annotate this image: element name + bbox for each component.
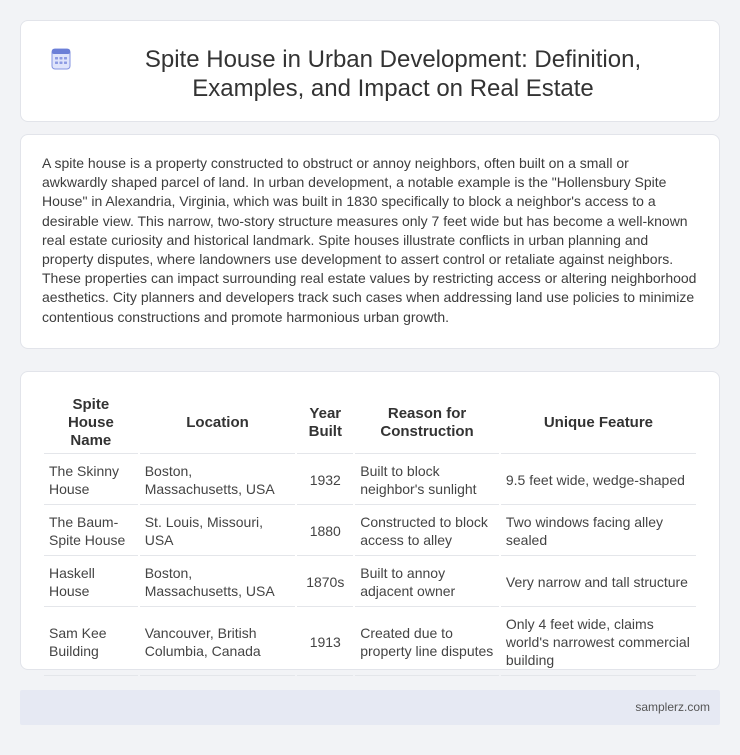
cell-year: 1880 xyxy=(297,507,354,556)
header-reason: Reason for Construction xyxy=(355,393,499,454)
cell-feature: 9.5 feet wide, wedge-shaped xyxy=(500,456,696,505)
cell-year: 1870s xyxy=(297,558,354,607)
footer-site-link[interactable]: samplerz.com xyxy=(635,700,710,714)
intro-card: A spite house is a property constructed … xyxy=(20,134,720,349)
intro-paragraph: A spite house is a property constructed … xyxy=(42,155,697,325)
page-title: Spite House in Urban Development: Defini… xyxy=(144,46,642,102)
header-location: Location xyxy=(139,393,296,454)
table-card: Spite House Name Location Year Built Rea… xyxy=(20,371,720,676)
table-row: Haskell House Boston, Massachusetts, USA… xyxy=(44,558,696,607)
header-feature: Unique Feature xyxy=(500,393,696,454)
cell-name: Haskell House xyxy=(44,558,138,607)
cell-reason: Built to block neighbor's sunlight xyxy=(355,456,499,505)
cell-reason: Created due to property line disputes xyxy=(355,609,499,676)
cell-name: The Baum-Spite House xyxy=(44,507,138,556)
cell-location: Boston, Massachusetts, USA xyxy=(139,456,296,505)
header-year: Year Built xyxy=(297,393,354,454)
cell-reason: Constructed to block access to alley xyxy=(355,507,499,556)
cell-feature: Two windows facing alley sealed xyxy=(500,507,696,556)
cell-name: Sam Kee Building xyxy=(44,609,138,676)
table-row: The Skinny House Boston, Massachusetts, … xyxy=(44,456,696,505)
cell-name: The Skinny House xyxy=(44,456,138,505)
footer-bar: samplerz.com xyxy=(20,690,720,725)
table-row: Sam Kee Building Vancouver, British Colu… xyxy=(44,609,696,676)
cell-location: Vancouver, British Columbia, Canada xyxy=(139,609,296,676)
cell-year: 1932 xyxy=(297,456,354,505)
cell-year: 1913 xyxy=(297,609,354,676)
header-name: Spite House Name xyxy=(44,393,138,454)
cell-location: Boston, Massachusetts, USA xyxy=(139,558,296,607)
spite-house-table: Spite House Name Location Year Built Rea… xyxy=(42,391,698,678)
table-header-row: Spite House Name Location Year Built Rea… xyxy=(44,393,696,454)
cell-reason: Built to annoy adjacent owner xyxy=(355,558,499,607)
cell-feature: Only 4 feet wide, claims world's narrowe… xyxy=(500,609,696,676)
title-card: Spite House in Urban Development: Defini… xyxy=(20,20,720,122)
table-row: The Baum-Spite House St. Louis, Missouri… xyxy=(44,507,696,556)
cell-location: St. Louis, Missouri, USA xyxy=(139,507,296,556)
cell-feature: Very narrow and tall structure xyxy=(500,558,696,607)
